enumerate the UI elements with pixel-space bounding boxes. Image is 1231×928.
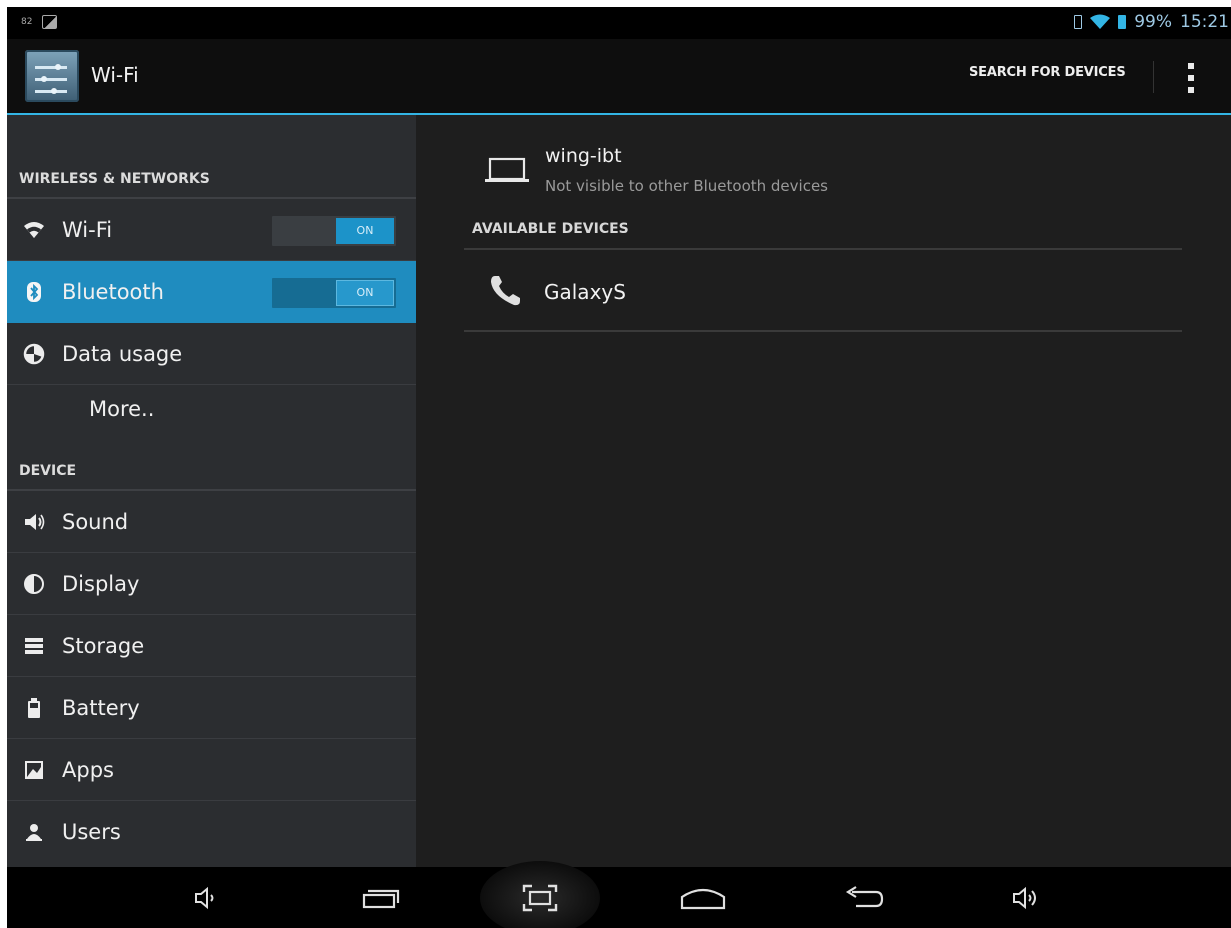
bluetooth-icon <box>27 282 41 302</box>
home-button[interactable] <box>658 867 748 928</box>
laptop-icon <box>485 157 529 182</box>
wifi-icon <box>24 221 44 238</box>
home-icon <box>680 888 726 909</box>
status-left: 82 <box>21 15 58 29</box>
device-item-galaxys[interactable]: GalaxyS <box>464 250 1182 332</box>
settings-list: WIRELESS & NETWORKS Wi-Fi ON Bluetooth O… <box>7 115 416 867</box>
settings-item-label: More.. <box>89 397 155 421</box>
bluetooth-panel: wing-ibt Not visible to other Bluetooth … <box>416 115 1231 867</box>
recent-apps-button[interactable] <box>335 867 425 928</box>
users-icon <box>26 824 42 841</box>
speaker-icon <box>25 513 45 530</box>
back-icon <box>845 885 884 907</box>
display-icon <box>24 573 44 594</box>
page-title: Wi-Fi <box>91 63 139 87</box>
settings-item-label: Battery <box>62 695 140 720</box>
search-for-devices-button[interactable]: SEARCH FOR DEVICES <box>969 65 1126 80</box>
storage-icon <box>25 637 43 654</box>
status-right: 99% 15:21 <box>1074 12 1229 32</box>
bluetooth-toggle[interactable]: ON <box>272 278 396 308</box>
settings-item-sound[interactable]: Sound <box>7 491 416 553</box>
battery-status-icon <box>1118 15 1127 29</box>
recent-apps-icon <box>362 889 400 908</box>
volume-down-icon <box>195 886 214 909</box>
settings-item-battery[interactable]: Battery <box>7 677 416 739</box>
status-bar: 82 99% 15:21 <box>7 7 1231 39</box>
tablet-screen: 82 99% 15:21 Wi-Fi SEARCH FOR DEVICES WI… <box>7 7 1231 928</box>
bluetooth-toggle-state: ON <box>336 280 394 306</box>
settings-sliders-icon[interactable] <box>25 50 79 102</box>
volume-up-icon <box>1013 886 1036 909</box>
settings-item-label: Bluetooth <box>62 280 164 304</box>
available-devices-header: AVAILABLE DEVICES <box>472 221 629 237</box>
bluetooth-status-icon <box>1074 15 1083 29</box>
apps-icon <box>25 760 43 779</box>
settings-item-users[interactable]: Users <box>7 801 416 863</box>
volume-down-button[interactable] <box>161 867 251 928</box>
battery-percent: 99% <box>1134 12 1172 32</box>
battery-icon <box>28 697 40 718</box>
settings-item-label: Display <box>62 571 140 596</box>
section-header-device: DEVICE <box>19 463 77 479</box>
settings-item-label: Storage <box>62 633 145 658</box>
status-mini-text: 82 <box>21 17 33 27</box>
settings-item-apps[interactable]: Apps <box>7 739 416 801</box>
screenshot-notification-icon <box>42 15 58 29</box>
this-device-visibility: Not visible to other Bluetooth devices <box>545 177 828 195</box>
action-bar: Wi-Fi SEARCH FOR DEVICES <box>7 39 1231 115</box>
screenshot-icon <box>522 884 558 911</box>
section-header-wireless: WIRELESS & NETWORKS <box>19 171 210 187</box>
settings-item-data-usage[interactable]: Data usage <box>7 323 416 385</box>
navigation-bar <box>7 861 1231 928</box>
settings-item-wifi[interactable]: Wi-Fi ON <box>7 199 416 261</box>
device-name: GalaxyS <box>544 280 626 304</box>
settings-item-label: Users <box>62 820 121 844</box>
settings-item-label: Sound <box>62 509 129 534</box>
this-device-name: wing-ibt <box>545 145 622 167</box>
wifi-toggle[interactable]: ON <box>272 216 396 246</box>
settings-item-storage[interactable]: Storage <box>7 615 416 677</box>
settings-item-display[interactable]: Display <box>7 553 416 615</box>
overflow-menu-icon[interactable] <box>1183 61 1199 95</box>
settings-item-label: Data usage <box>62 341 183 366</box>
wifi-signal-icon <box>1090 14 1111 29</box>
data-usage-icon <box>23 343 45 364</box>
clock: 15:21 <box>1180 12 1229 32</box>
settings-item-label: Apps <box>62 757 114 782</box>
action-bar-divider <box>1153 61 1154 93</box>
wifi-toggle-state: ON <box>336 218 394 244</box>
screenshot-button[interactable] <box>495 867 585 928</box>
settings-item-label: Wi-Fi <box>62 217 113 242</box>
settings-item-more[interactable]: More.. <box>7 385 416 433</box>
back-button[interactable] <box>819 867 909 928</box>
phone-icon <box>491 276 520 306</box>
settings-item-bluetooth[interactable]: Bluetooth ON <box>7 261 416 323</box>
volume-up-button[interactable] <box>981 867 1071 928</box>
